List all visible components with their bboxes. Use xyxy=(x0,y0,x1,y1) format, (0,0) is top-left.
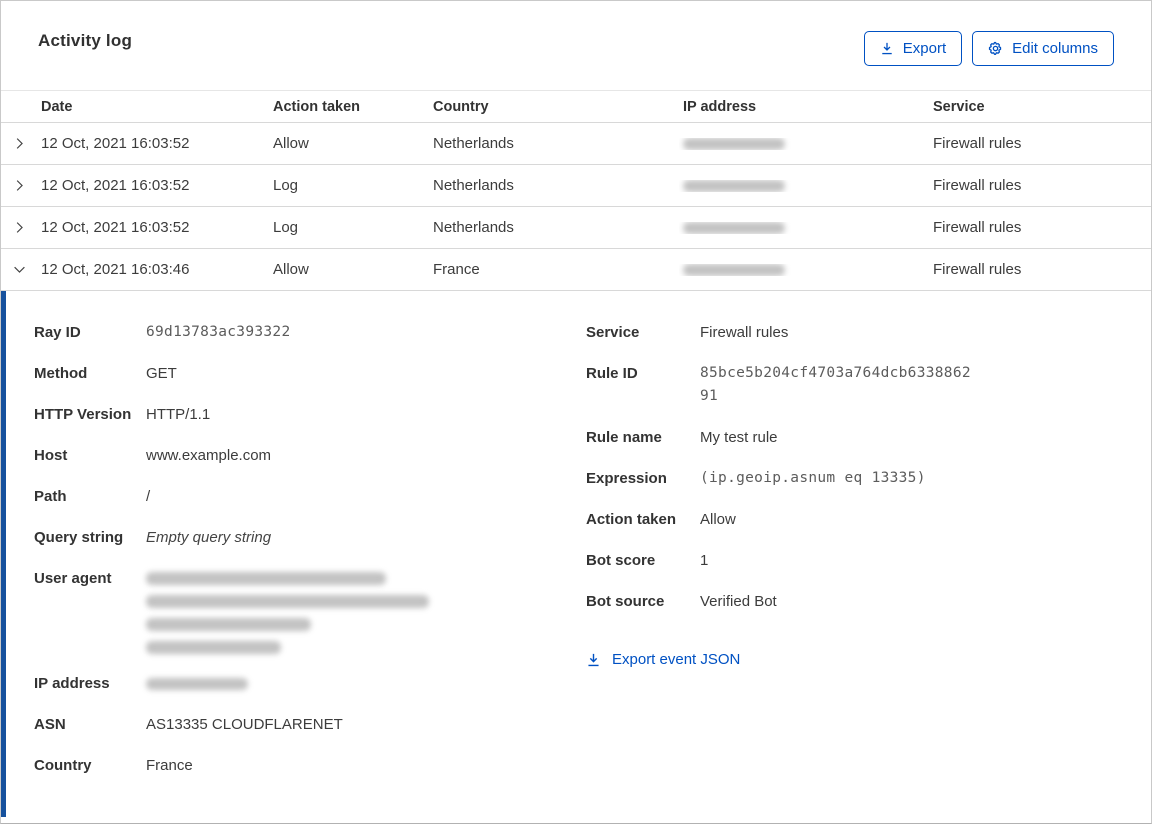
asn-value: AS13335 CLOUDFLARENET xyxy=(146,716,343,733)
row-action: Log xyxy=(273,219,299,236)
detail-label: HTTP Version xyxy=(34,406,132,423)
row-date: 12 Oct, 2021 16:03:52 xyxy=(41,219,190,236)
redacted-ip xyxy=(146,677,248,690)
event-detail-panel: Ray ID 69d13783ac393322 Method GET HTTP … xyxy=(1,291,1151,817)
detail-label: Ray ID xyxy=(34,324,81,341)
rule-id-value: 85bce5b204cf4703a764dcb633886291 xyxy=(700,365,971,404)
topbar: Activity log Export Edit columns xyxy=(1,1,1151,90)
gear-icon xyxy=(988,41,1003,56)
detail-label: Country xyxy=(34,757,92,774)
method-value: GET xyxy=(146,365,177,382)
collapse-row-button[interactable] xyxy=(1,249,37,290)
export-event-json-label: Export event JSON xyxy=(612,651,741,668)
expression-value: (ip.geoip.asnum eq 13335) xyxy=(700,470,926,486)
ray-id-value: 69d13783ac393322 xyxy=(146,324,291,340)
action-taken-value: Allow xyxy=(700,511,736,528)
download-icon xyxy=(586,652,601,668)
row-ip-redacted xyxy=(679,263,929,276)
page-title: Activity log xyxy=(38,31,133,50)
activity-log-panel: Activity log Export Edit columns Date Ac… xyxy=(0,0,1152,824)
row-country: Netherlands xyxy=(433,135,514,152)
row-action: Allow xyxy=(273,261,309,278)
column-header-action-taken: Action taken xyxy=(273,98,361,115)
edit-columns-button-label: Edit columns xyxy=(1012,40,1098,57)
row-country: Netherlands xyxy=(433,219,514,236)
redacted-ip xyxy=(683,221,785,234)
column-header-service: Service xyxy=(933,98,985,115)
row-ip-redacted xyxy=(679,137,929,150)
column-header-ip-address: IP address xyxy=(683,98,757,115)
table-row[interactable]: 12 Oct, 2021 16:03:52 Allow Netherlands … xyxy=(1,123,1151,165)
expand-row-button[interactable] xyxy=(1,123,37,164)
path-value: / xyxy=(146,488,151,505)
user-agent-redacted xyxy=(146,567,586,654)
export-button-label: Export xyxy=(902,40,947,57)
row-service: Firewall rules xyxy=(933,219,1022,236)
detail-label: Expression xyxy=(586,470,667,487)
redacted-ip xyxy=(683,137,785,150)
export-event-json-link[interactable]: Export event JSON xyxy=(586,651,1114,668)
table-row-expanded[interactable]: 12 Oct, 2021 16:03:46 Allow France Firew… xyxy=(1,249,1151,291)
redacted-line xyxy=(146,641,281,654)
detail-label: Rule ID xyxy=(586,365,638,382)
bot-score-value: 1 xyxy=(700,552,709,569)
row-date: 12 Oct, 2021 16:03:52 xyxy=(41,177,190,194)
table-row[interactable]: 12 Oct, 2021 16:03:52 Log Netherlands Fi… xyxy=(1,165,1151,207)
table-row[interactable]: 12 Oct, 2021 16:03:52 Log Netherlands Fi… xyxy=(1,207,1151,249)
row-country: Netherlands xyxy=(433,177,514,194)
detail-label: Bot score xyxy=(586,552,656,569)
detail-label: Host xyxy=(34,447,68,464)
expand-row-button[interactable] xyxy=(1,165,37,206)
redacted-ip xyxy=(683,179,785,192)
detail-label: ASN xyxy=(34,716,66,733)
export-button[interactable]: Export xyxy=(863,31,963,66)
row-ip-redacted xyxy=(679,179,929,192)
chevron-right-icon xyxy=(12,136,27,151)
edit-columns-button[interactable]: Edit columns xyxy=(972,31,1114,66)
row-service: Firewall rules xyxy=(933,261,1022,278)
country-value: France xyxy=(146,757,193,774)
expand-row-button[interactable] xyxy=(1,207,37,248)
chevron-right-icon xyxy=(12,178,27,193)
redacted-line xyxy=(146,572,386,585)
row-date: 12 Oct, 2021 16:03:52 xyxy=(41,135,190,152)
detail-left-column: Ray ID 69d13783ac393322 Method GET HTTP … xyxy=(34,321,586,777)
row-country: France xyxy=(433,261,480,278)
chevron-right-icon xyxy=(12,220,27,235)
rule-name-value: My test rule xyxy=(700,429,778,446)
detail-label: IP address xyxy=(34,675,110,692)
detail-label: Rule name xyxy=(586,429,662,446)
chevron-down-icon xyxy=(12,262,27,277)
redacted-ip xyxy=(683,263,785,276)
service-value: Firewall rules xyxy=(700,324,789,341)
redacted-line xyxy=(146,618,311,631)
download-icon xyxy=(880,41,894,56)
ip-address-redacted xyxy=(146,672,586,695)
detail-label: Path xyxy=(34,488,67,505)
bot-source-value: Verified Bot xyxy=(700,593,777,610)
column-header-country: Country xyxy=(433,98,489,115)
detail-label: Service xyxy=(586,324,640,341)
detail-right-column: Service Firewall rules Rule ID 85bce5b20… xyxy=(586,321,1114,777)
header-expand-spacer xyxy=(1,91,37,122)
query-string-value: Empty query string xyxy=(146,529,272,546)
row-service: Firewall rules xyxy=(933,135,1022,152)
row-action: Allow xyxy=(273,135,309,152)
table-header: Date Action taken Country IP address Ser… xyxy=(1,90,1151,123)
row-service: Firewall rules xyxy=(933,177,1022,194)
row-ip-redacted xyxy=(679,221,929,234)
detail-label: Query string xyxy=(34,529,124,546)
redacted-line xyxy=(146,595,429,608)
detail-label: Bot source xyxy=(586,593,665,610)
row-action: Log xyxy=(273,177,299,194)
detail-label: Method xyxy=(34,365,88,382)
detail-label: Action taken xyxy=(586,511,677,528)
column-header-date: Date xyxy=(41,98,73,115)
host-value: www.example.com xyxy=(146,447,272,464)
http-version-value: HTTP/1.1 xyxy=(146,406,211,423)
row-date: 12 Oct, 2021 16:03:46 xyxy=(41,261,190,278)
toolbar-actions: Export Edit columns xyxy=(863,31,1114,66)
detail-label: User agent xyxy=(34,570,112,587)
